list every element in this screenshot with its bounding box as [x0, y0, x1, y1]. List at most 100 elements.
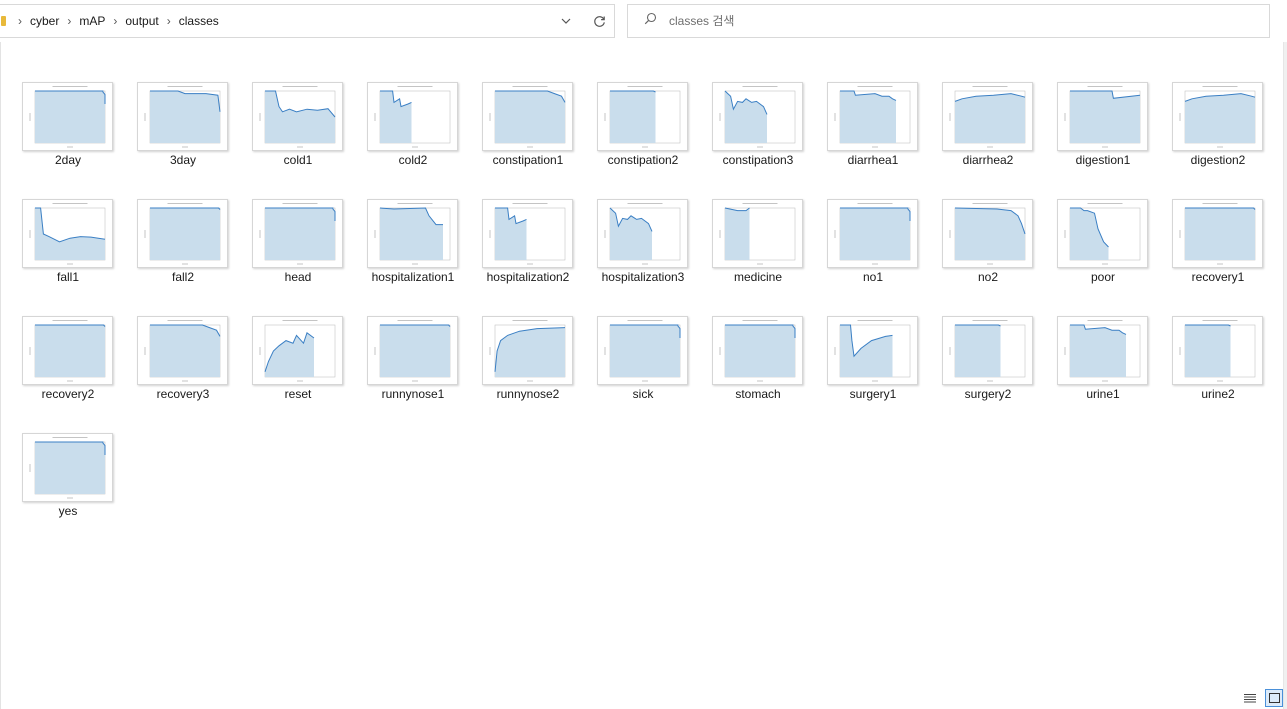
file-name: runnynose1 [381, 387, 445, 401]
file-thumbnail [367, 82, 458, 151]
file-item[interactable]: 2day [12, 80, 127, 197]
search-icon [628, 12, 669, 30]
file-item[interactable]: hospitalization3 [587, 197, 702, 314]
file-list: 2day 3day cold1 cold2 constipation1 cons… [0, 42, 1283, 709]
file-name: recovery2 [41, 387, 95, 401]
file-thumbnail [252, 82, 343, 151]
file-thumbnail [367, 199, 458, 268]
file-item[interactable]: diarrhea2 [932, 80, 1047, 197]
file-item[interactable]: cold2 [357, 80, 472, 197]
file-thumbnail [482, 82, 573, 151]
file-thumbnail [597, 316, 688, 385]
file-thumbnail [1172, 199, 1263, 268]
breadcrumb-map[interactable]: mAP [79, 14, 105, 28]
file-item[interactable]: sick [587, 314, 702, 431]
file-name: cold2 [398, 153, 428, 167]
file-thumbnail [827, 82, 918, 151]
search-box[interactable] [627, 4, 1270, 38]
file-name: 3day [169, 153, 197, 167]
breadcrumb-separator[interactable]: › [113, 14, 117, 28]
file-item[interactable]: medicine [702, 197, 817, 314]
file-name: fall2 [171, 270, 194, 284]
file-name: urine2 [1201, 387, 1235, 401]
breadcrumb-separator[interactable]: › [167, 14, 171, 28]
file-item[interactable]: head [242, 197, 357, 314]
file-item[interactable]: hospitalization2 [472, 197, 587, 314]
file-thumbnail [22, 82, 113, 151]
search-input[interactable] [669, 14, 1229, 28]
address-row: › cyber › mAP › output › classes [0, 0, 1287, 42]
file-item[interactable]: no2 [932, 197, 1047, 314]
refresh-icon[interactable] [593, 15, 606, 28]
file-thumbnail [942, 316, 1033, 385]
file-item[interactable]: urine1 [1047, 314, 1162, 431]
file-name: runnynose2 [496, 387, 560, 401]
file-name: no2 [977, 270, 999, 284]
breadcrumb-separator[interactable]: › [67, 14, 71, 28]
file-item[interactable]: surgery1 [817, 314, 932, 431]
file-thumbnail [482, 199, 573, 268]
file-thumbnail [712, 82, 803, 151]
file-item[interactable]: surgery2 [932, 314, 1047, 431]
vertical-scrollbar[interactable] [1283, 42, 1287, 709]
file-thumbnail [22, 199, 113, 268]
file-thumbnail [252, 316, 343, 385]
file-name: poor [1090, 270, 1116, 284]
file-name: medicine [733, 270, 783, 284]
file-item[interactable]: constipation1 [472, 80, 587, 197]
chevron-down-icon[interactable] [561, 18, 571, 24]
file-name: cold1 [283, 153, 313, 167]
file-item[interactable]: yes [12, 431, 127, 548]
file-name: yes [58, 504, 78, 518]
file-item[interactable]: constipation2 [587, 80, 702, 197]
file-item[interactable]: runnynose2 [472, 314, 587, 431]
file-thumbnail [597, 199, 688, 268]
file-item[interactable]: 3day [127, 80, 242, 197]
address-bar[interactable]: › cyber › mAP › output › classes [0, 4, 615, 38]
file-name: fall1 [56, 270, 79, 284]
file-thumbnail [482, 316, 573, 385]
file-item[interactable]: stomach [702, 314, 817, 431]
file-item[interactable]: recovery3 [127, 314, 242, 431]
file-item[interactable]: constipation3 [702, 80, 817, 197]
file-item[interactable]: reset [242, 314, 357, 431]
breadcrumb-classes[interactable]: classes [179, 14, 219, 28]
file-item[interactable]: fall2 [127, 197, 242, 314]
file-name: no1 [862, 270, 884, 284]
file-item[interactable]: no1 [817, 197, 932, 314]
file-item[interactable]: diarrhea1 [817, 80, 932, 197]
file-thumbnail [712, 316, 803, 385]
breadcrumb-cyber[interactable]: cyber [30, 14, 59, 28]
file-thumbnail [367, 316, 458, 385]
file-thumbnail [137, 316, 228, 385]
file-thumbnail [137, 82, 228, 151]
file-item[interactable]: recovery1 [1162, 197, 1277, 314]
file-name: hospitalization1 [371, 270, 455, 284]
file-name: digestion1 [1075, 153, 1131, 167]
file-thumbnail [597, 82, 688, 151]
file-thumbnail [1057, 82, 1148, 151]
details-view-icon[interactable] [1241, 689, 1259, 707]
file-thumbnail [1172, 316, 1263, 385]
file-item[interactable]: runnynose1 [357, 314, 472, 431]
large-icons-view-icon[interactable] [1265, 689, 1283, 707]
breadcrumb-separator[interactable]: › [18, 14, 22, 28]
file-item[interactable]: cold1 [242, 80, 357, 197]
file-name: diarrhea1 [847, 153, 899, 167]
file-item[interactable]: digestion2 [1162, 80, 1277, 197]
file-item[interactable]: recovery2 [12, 314, 127, 431]
file-thumbnail [942, 82, 1033, 151]
file-thumbnail [1057, 199, 1148, 268]
file-item[interactable]: fall1 [12, 197, 127, 314]
file-item[interactable]: urine2 [1162, 314, 1277, 431]
file-item[interactable]: hospitalization1 [357, 197, 472, 314]
file-name: recovery1 [1191, 270, 1245, 284]
file-item[interactable]: digestion1 [1047, 80, 1162, 197]
file-name: reset [284, 387, 312, 401]
file-item[interactable]: poor [1047, 197, 1162, 314]
file-thumbnail [712, 199, 803, 268]
file-name: constipation1 [492, 153, 564, 167]
file-thumbnail [827, 316, 918, 385]
breadcrumb-output[interactable]: output [125, 14, 158, 28]
file-thumbnail [1172, 82, 1263, 151]
